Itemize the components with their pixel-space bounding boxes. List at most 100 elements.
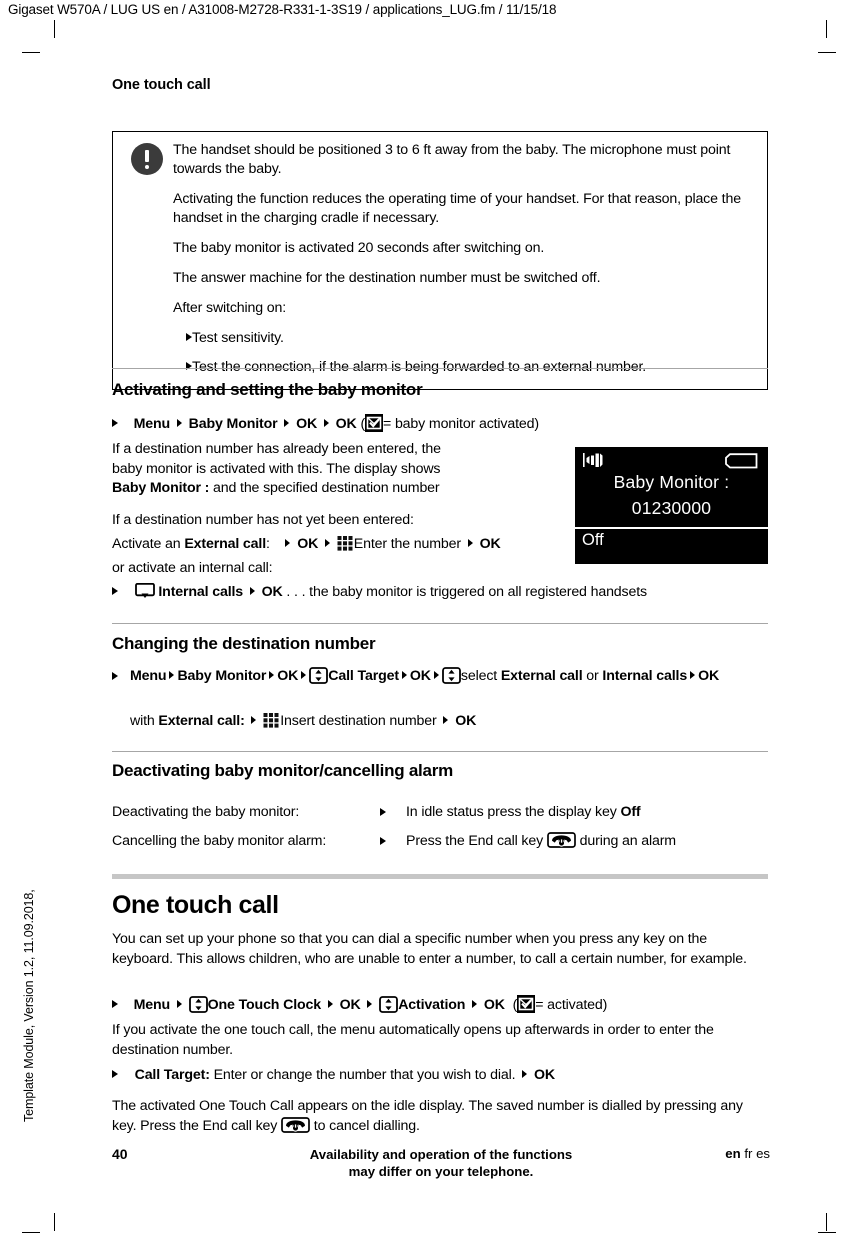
footer-center-note: Availability and operation of the functi… <box>112 1146 770 1180</box>
section-rule <box>112 623 768 624</box>
triangle-separator-icon <box>324 539 330 547</box>
external-call-label[interactable]: External call: <box>158 713 244 729</box>
signal-strength-icon <box>583 453 609 473</box>
footer-center-line-1: Availability and operation of the functi… <box>309 1147 573 1162</box>
one-touch-paragraph-1: If you activate the one touch call, the … <box>112 1022 714 1058</box>
ok-label[interactable]: OK <box>698 668 719 684</box>
baby-monitor-label[interactable]: Baby Monitor <box>177 668 266 684</box>
ok-label[interactable]: OK <box>340 997 361 1013</box>
row-text: Press the End call key <box>406 832 547 849</box>
row-text: during an alarm <box>575 832 676 849</box>
baby-monitor-label[interactable]: Baby Monitor <box>189 416 278 432</box>
note-bullet: Test sensitivity. <box>173 329 759 348</box>
triangle-separator-icon <box>472 1000 478 1008</box>
handset-line-2: 01230000 <box>631 498 712 518</box>
handset-status-bar <box>575 447 768 474</box>
external-call-label[interactable]: External call <box>501 668 583 684</box>
call-target-label[interactable]: Call Target: <box>135 1067 210 1083</box>
control-key-icon <box>188 996 208 1013</box>
off-key-label[interactable]: Off <box>620 804 640 820</box>
one-touch-clock-label[interactable]: One Touch Clock <box>208 997 322 1013</box>
triangle-separator-icon <box>249 587 255 595</box>
one-touch-step-line-2: Call Target: Enter or change the number … <box>112 1066 770 1086</box>
ok-label[interactable]: OK <box>297 536 318 552</box>
one-touch-paragraph-2: The activated One Touch Call appears on … <box>112 1097 770 1136</box>
crop-mark-top-right-vertical <box>826 20 827 38</box>
footer-language-others: fr es <box>740 1146 770 1161</box>
changing-step-line-2: with External call: Insert destination n… <box>112 712 788 732</box>
battery-icon <box>724 453 758 474</box>
internal-calls-label[interactable]: Internal calls <box>158 584 243 600</box>
triangle-separator-icon <box>367 1000 373 1008</box>
footer-language-list: en fr es <box>725 1146 770 1161</box>
activating-paragraph-3: or activate an internal call: <box>112 560 273 576</box>
exclamation-icon <box>131 143 163 175</box>
menu-label[interactable]: Menu <box>130 668 167 684</box>
triangle-separator-icon <box>467 539 473 547</box>
definition-label: Cancelling the baby monitor alarm: <box>112 832 327 849</box>
line-lead-text: Activate an <box>112 536 185 552</box>
keypad-icon <box>263 712 280 729</box>
definition-row: Deactivating the baby monitor: In idle s… <box>112 803 770 824</box>
triangle-bullet-icon <box>112 587 118 595</box>
chapter-rule <box>112 874 768 879</box>
internal-calls-label[interactable]: Internal calls <box>602 668 687 684</box>
note-paragraph: The baby monitor is activated 20 seconds… <box>173 240 545 256</box>
ok-label[interactable]: OK <box>480 536 501 552</box>
triangle-separator-icon <box>285 539 291 547</box>
activation-label[interactable]: Activation <box>398 997 465 1013</box>
footer-center-line-2: may differ on your telephone. <box>348 1164 534 1179</box>
triangle-separator-icon <box>327 1000 333 1008</box>
ok-label[interactable]: OK <box>534 1067 555 1083</box>
definition-text: Press the End call key during an alarm <box>406 831 676 853</box>
triangle-separator-icon <box>284 419 290 427</box>
note-paragraph: After switching on: <box>173 300 287 316</box>
definition-text: In idle status press the display key Off <box>406 803 641 824</box>
ok-label[interactable]: OK <box>277 668 298 684</box>
ok-label[interactable]: OK <box>455 713 476 729</box>
control-key-icon <box>379 996 399 1013</box>
or-text: or <box>582 668 603 684</box>
definition-value: Press the End call key during an alarm <box>380 831 770 853</box>
triangle-separator-icon <box>169 671 175 679</box>
control-key-icon <box>441 667 461 684</box>
para-text: and the specified destination number <box>209 480 440 496</box>
section-heading-changing: Changing the destination number <box>112 634 376 653</box>
call-target-label[interactable]: Call Target <box>328 668 399 684</box>
ok-label[interactable]: OK <box>296 416 317 432</box>
triangle-bullet-icon <box>380 803 406 824</box>
triangle-separator-icon <box>269 671 275 679</box>
document-header-line: Gigaset W570A / LUG US en / A31008-M2728… <box>8 2 557 17</box>
triangle-separator-icon <box>251 716 257 724</box>
ok-label[interactable]: OK <box>410 668 431 684</box>
para-text: to cancel dialling. <box>310 1117 420 1134</box>
triangle-bullet-icon <box>112 1000 118 1008</box>
checkbox-checked-icon <box>365 414 384 432</box>
triangle-separator-icon <box>176 1000 182 1008</box>
ok-label[interactable]: OK <box>336 416 357 432</box>
handset-softkey-off[interactable]: Off <box>575 529 768 550</box>
changing-step-line-1: Menu Baby Monitor OK Call Target OK select Ex… <box>112 667 770 688</box>
running-head: One touch call <box>112 77 211 93</box>
definition-row: Cancelling the baby monitor alarm: Press… <box>112 831 770 853</box>
menu-label[interactable]: Menu <box>134 997 171 1013</box>
checkbox-note: = activated) <box>535 997 608 1013</box>
step-text: Enter or change the number that you wish… <box>209 1067 516 1083</box>
activating-paragraph-1: If a destination number has already been… <box>112 440 452 499</box>
checkbox-checked-icon <box>517 995 536 1013</box>
triangle-bullet-icon <box>112 667 130 688</box>
activating-internal-call-line: Internal calls OK . . . the baby monitor… <box>112 583 770 603</box>
ok-label[interactable]: OK <box>262 584 283 600</box>
chapter-heading-one-touch-call: One touch call <box>112 891 279 919</box>
section-rule <box>112 368 768 369</box>
external-call-label[interactable]: External call <box>184 536 266 552</box>
select-text: select <box>460 668 501 684</box>
ok-label[interactable]: OK <box>484 997 505 1013</box>
note-body: The handset should be positioned 3 to 6 … <box>173 141 759 379</box>
handset-display-mockup: Baby Monitor : 01230000 Off <box>575 447 768 564</box>
menu-label[interactable]: Menu <box>134 416 171 432</box>
enter-number-label: Enter the number <box>353 536 461 552</box>
insert-number-label: Insert destination number <box>280 713 437 729</box>
display-key-icon <box>134 583 155 599</box>
keypad-icon <box>337 535 354 552</box>
